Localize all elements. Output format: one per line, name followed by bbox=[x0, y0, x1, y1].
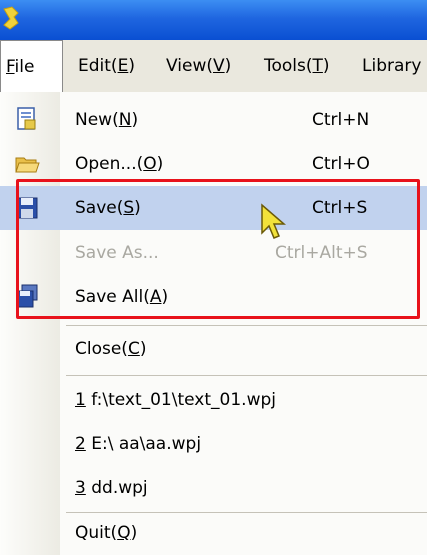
recent-file-3[interactable]: 3 dd.wpj bbox=[0, 466, 427, 510]
menu-item-quit[interactable]: Quit(Q) bbox=[0, 512, 427, 555]
menu-item-new[interactable]: New(N) Ctrl+N bbox=[0, 98, 427, 142]
recent-file-1[interactable]: 1 f:\text_01\text_01.wpj bbox=[0, 378, 427, 422]
annotation-highlight-box bbox=[16, 179, 420, 319]
menu-separator bbox=[66, 325, 427, 326]
shortcut-new: Ctrl+N bbox=[312, 110, 370, 130]
menu-separator bbox=[66, 375, 427, 376]
menu-item-close[interactable]: Close(C) bbox=[0, 327, 427, 371]
new-file-icon bbox=[17, 107, 36, 130]
file-menu-dropdown: New(N) Ctrl+N Open...(O) Ctrl+O Save(S) … bbox=[0, 92, 427, 555]
mouse-cursor-icon bbox=[261, 203, 287, 239]
menu-bar: File Edit(E) View(V) Tools(T) Library bbox=[0, 40, 427, 93]
menu-file[interactable]: File bbox=[0, 40, 63, 93]
recent-file-2[interactable]: 2 E:\ aa\aa.wpj bbox=[0, 422, 427, 466]
open-folder-icon bbox=[15, 157, 40, 173]
menu-tools[interactable]: Tools(T) bbox=[264, 40, 330, 92]
menu-edit[interactable]: Edit(E) bbox=[78, 40, 135, 92]
app-icon bbox=[3, 6, 19, 30]
menu-view[interactable]: View(V) bbox=[166, 40, 231, 92]
menu-library[interactable]: Library bbox=[362, 40, 421, 92]
title-bar bbox=[0, 0, 427, 40]
